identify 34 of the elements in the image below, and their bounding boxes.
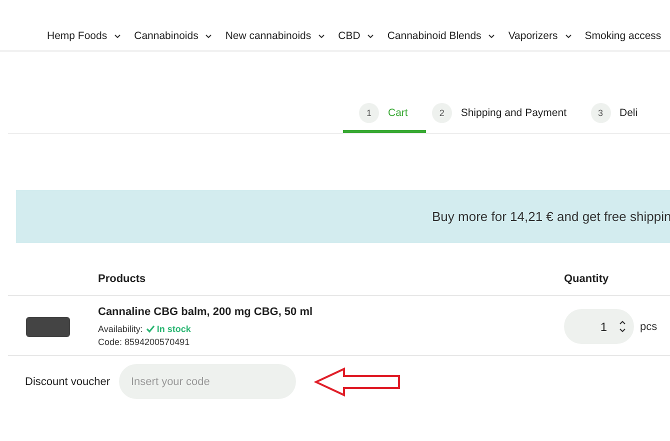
checkout-step-tab[interactable]: 2 Shipping and Payment [432, 96, 584, 133]
stock-status: In stock [146, 324, 191, 334]
step-number: 1 [359, 103, 379, 123]
chevron-down-icon [564, 34, 572, 38]
product-name[interactable]: Cannaline CBG balm, 200 mg CBG, 50 ml [98, 306, 564, 318]
nav-menu-item[interactable]: Vaporizers [508, 30, 572, 42]
quantity-field[interactable]: 1 [564, 309, 634, 344]
check-icon [146, 325, 155, 333]
chevron-down-icon [205, 34, 212, 38]
product-code: Code: 8594200570491 [98, 337, 191, 347]
checkout-step-tab[interactable]: 1 Cart [343, 96, 426, 133]
nav-menu-item[interactable]: Cannabinoids [134, 30, 212, 42]
free-shipping-banner: Buy more for 14,21 € and get free shippin [16, 190, 670, 243]
step-number: 2 [432, 103, 452, 123]
chevron-down-icon [619, 328, 626, 333]
column-header: Quantity [564, 273, 610, 285]
voucher-input[interactable]: Insert your code [119, 364, 296, 399]
chevron-down-icon [318, 34, 326, 38]
unit-label: pcs [640, 320, 658, 332]
checkout-step-tab[interactable]: 3 Deli [590, 96, 656, 133]
column-header: Products [98, 273, 147, 285]
nav-menu-item[interactable]: CBD [338, 30, 374, 42]
nav-menu-item[interactable]: Smoking access [584, 30, 662, 42]
step-number: 3 [590, 103, 610, 123]
chevron-down-icon [114, 34, 122, 38]
availability-label: Availability: [98, 324, 143, 334]
chevron-down-icon [488, 34, 496, 38]
chevron-down-icon [367, 34, 374, 38]
chevron-up-icon[interactable] [619, 320, 626, 325]
photo-placeholder [26, 316, 70, 336]
nav-menu-item[interactable]: Cannabinoid Blends [387, 30, 496, 42]
nav-menu-item[interactable]: Hemp Foods [47, 30, 122, 42]
voucher-label: Discount voucher [25, 376, 110, 388]
nav-menu-item[interactable]: New cannabinoids [225, 30, 326, 42]
